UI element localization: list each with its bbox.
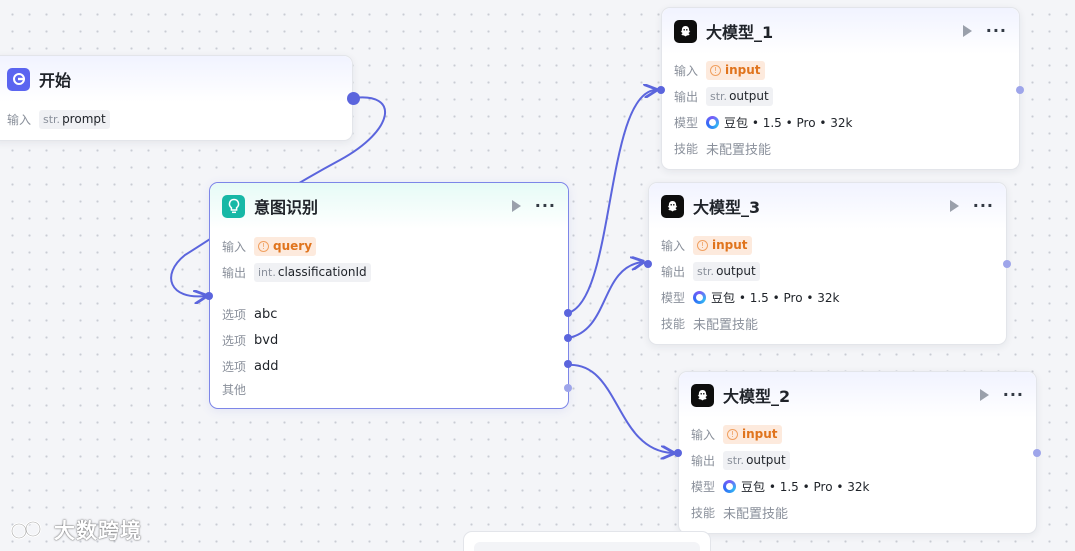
intent-other-port[interactable] [564, 384, 572, 392]
intent-output-label: 输出 [222, 265, 247, 280]
edge-intent-abc-to-llm1 [567, 90, 655, 314]
llm-1-run-button[interactable] [962, 25, 972, 37]
intent-option-label: 选项 [222, 359, 247, 374]
llm-3-model-label: 模型 [661, 290, 686, 305]
llm-1-more-button[interactable]: ··· [986, 23, 1007, 39]
intent-option-abc-port[interactable] [564, 309, 572, 317]
warning-icon: ! [258, 240, 269, 252]
llm-2-output-tag: str. output [723, 450, 790, 470]
llm-1-title: 大模型_1 [706, 23, 774, 42]
warning-icon: ! [697, 239, 708, 251]
llm-node-3[interactable]: 大模型_3 ··· 输入 ! input 输出 str. output 模型 豆… [648, 182, 1007, 345]
llm-1-skill-label: 技能 [674, 141, 699, 156]
partial-node[interactable] [463, 531, 711, 551]
intent-option-label: 选项 [222, 333, 247, 348]
intent-input-port[interactable] [205, 292, 213, 300]
intent-option-bvd-port[interactable] [564, 334, 572, 342]
llm-3-skill-label: 技能 [661, 316, 686, 331]
llm-3-input-port[interactable] [644, 260, 652, 268]
llm-3-model-value: 豆包 • 1.5 • Pro • 32k [711, 290, 840, 305]
llm-3-skill-value: 未配置技能 [693, 317, 759, 333]
llm-2-run-button[interactable] [979, 389, 989, 401]
watermark-logo-icon [10, 520, 42, 540]
llm-3-input-label: 输入 [661, 238, 686, 253]
warning-icon: ! [710, 64, 721, 76]
llm-2-more-button[interactable]: ··· [1003, 387, 1024, 403]
llm-3-output-label: 输出 [661, 264, 686, 279]
llm-3-output-port[interactable] [1003, 260, 1011, 268]
intent-option-value: add [254, 358, 279, 374]
intent-option-value: abc [254, 306, 278, 322]
llm-2-input-port[interactable] [674, 449, 682, 457]
intent-node[interactable]: 意图识别 ··· 输入 ! query 输出 int. classificati… [209, 182, 569, 409]
lightbulb-icon [222, 194, 245, 218]
start-input-tag: str. prompt [39, 109, 110, 129]
llm-3-more-button[interactable]: ··· [973, 198, 994, 214]
intent-option-value: bvd [254, 332, 279, 348]
llm-2-skill-value: 未配置技能 [723, 506, 789, 522]
llm-1-input-tag: ! input [706, 60, 765, 80]
llm-2-model-label: 模型 [691, 479, 716, 494]
start-icon [7, 67, 30, 91]
llm-2-output-label: 输出 [691, 453, 716, 468]
llm-3-run-button[interactable] [949, 200, 959, 212]
llm-2-skill-label: 技能 [691, 505, 716, 520]
intent-more-button[interactable]: ··· [535, 198, 556, 214]
llm-1-input-port[interactable] [657, 86, 665, 94]
partial-node-header [474, 542, 700, 551]
llm-3-input-tag: ! input [693, 235, 752, 255]
edge-intent-bvd-to-llm3 [567, 262, 642, 339]
llm-3-output-tag: str. output [693, 261, 760, 281]
start-output-port[interactable] [347, 92, 360, 105]
intent-node-title: 意图识别 [254, 198, 319, 217]
edge-intent-add-to-llm2 [567, 363, 672, 453]
llm-1-skill-value: 未配置技能 [706, 142, 772, 158]
intent-option-label: 选项 [222, 307, 247, 322]
llm-1-model-label: 模型 [674, 115, 699, 130]
warning-icon: ! [727, 428, 738, 440]
start-node[interactable]: 开始 输入 str. prompt [0, 55, 353, 141]
llm-2-model-value: 豆包 • 1.5 • Pro • 32k [741, 479, 870, 494]
llm-1-output-label: 输出 [674, 89, 699, 104]
intent-output-tag: int. classificationId [254, 262, 371, 282]
intent-input-tag: ! query [254, 236, 317, 256]
start-input-label: 输入 [7, 112, 32, 127]
doubao-logo-icon [706, 115, 719, 129]
start-node-title: 开始 [39, 71, 72, 90]
llm-2-output-port[interactable] [1033, 449, 1041, 457]
intent-option-add-port[interactable] [564, 360, 572, 368]
intent-input-label: 输入 [222, 239, 247, 254]
intent-other-label: 其他 [222, 382, 247, 397]
watermark-text: 大数跨境 [54, 519, 142, 543]
llm-logo-icon [661, 194, 684, 218]
llm-2-input-tag: ! input [723, 424, 782, 444]
llm-node-2[interactable]: 大模型_2 ··· 输入 ! input 输出 str. output 模型 豆… [678, 371, 1037, 534]
watermark: 大数跨境 [8, 515, 142, 545]
doubao-logo-icon [693, 290, 706, 304]
llm-node-1[interactable]: 大模型_1 ··· 输入 ! input 输出 str. output 模型 豆… [661, 7, 1020, 170]
llm-logo-icon [674, 19, 697, 43]
llm-2-title: 大模型_2 [723, 387, 791, 406]
llm-1-model-value: 豆包 • 1.5 • Pro • 32k [724, 115, 853, 130]
intent-run-button[interactable] [511, 200, 521, 212]
llm-1-output-port[interactable] [1016, 86, 1024, 94]
llm-1-output-tag: str. output [706, 86, 773, 106]
llm-logo-icon [691, 383, 714, 407]
llm-1-input-label: 输入 [674, 63, 699, 78]
llm-2-input-label: 输入 [691, 427, 716, 442]
doubao-logo-icon [723, 479, 736, 493]
llm-3-title: 大模型_3 [693, 198, 761, 217]
